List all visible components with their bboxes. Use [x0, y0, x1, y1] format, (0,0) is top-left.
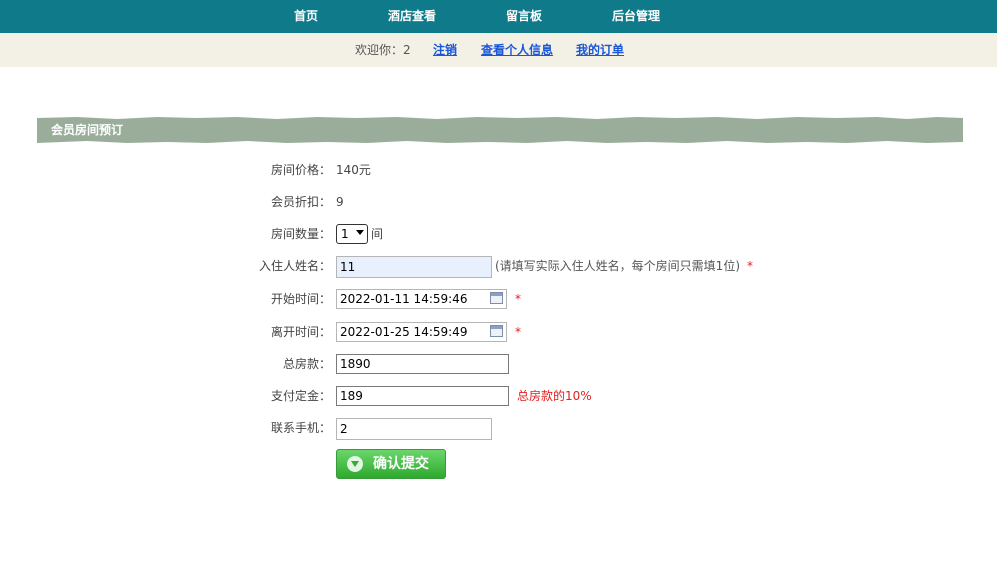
- start-time-input[interactable]: 2022-01-11 14:59:46: [336, 289, 507, 309]
- chevron-down-icon: [356, 230, 364, 235]
- phone-value: 2: [340, 422, 348, 436]
- guest-name-value: 11: [340, 260, 356, 274]
- room-count-select[interactable]: 1: [336, 224, 368, 244]
- start-time-row: 开始时间： 2022-01-11 14:59:46 *: [0, 287, 997, 311]
- download-arrow-icon: [347, 456, 363, 472]
- calendar-icon[interactable]: [490, 292, 503, 304]
- calendar-icon[interactable]: [490, 325, 503, 337]
- top-nav: 首页 酒店查看 留言板 后台管理: [0, 0, 997, 33]
- required-mark: *: [515, 292, 521, 306]
- discount-row: 会员折扣： 9: [0, 190, 997, 214]
- user-bar: 欢迎你：2 注销 查看个人信息 我的订单: [0, 33, 997, 67]
- nav-home[interactable]: 首页: [294, 0, 318, 33]
- end-time-value: 2022-01-25 14:59:49: [340, 325, 468, 339]
- guest-hint: (请填写实际入住人姓名，每个房间只需填1位): [495, 259, 740, 273]
- phone-label: 联系手机：: [270, 421, 331, 435]
- end-time-input[interactable]: 2022-01-25 14:59:49: [336, 322, 507, 342]
- profile-link[interactable]: 查看个人信息: [481, 33, 553, 67]
- total-row: 总房款： 1890: [0, 352, 997, 376]
- logout-link[interactable]: 注销: [433, 33, 457, 67]
- end-time-row: 离开时间： 2022-01-25 14:59:49 *: [0, 320, 997, 344]
- torn-edge-top: [37, 116, 963, 119]
- torn-edge-bottom: [37, 141, 963, 144]
- start-time-value: 2022-01-11 14:59:46: [340, 292, 468, 306]
- end-time-label: 离开时间：: [270, 325, 331, 339]
- discount-label: 会员折扣：: [270, 195, 331, 209]
- required-mark: *: [747, 259, 753, 273]
- guest-row: 入住人姓名： 11 (请填写实际入住人姓名，每个房间只需填1位) *: [0, 254, 997, 278]
- nav-hotels[interactable]: 酒店查看: [388, 0, 436, 33]
- total-label: 总房款：: [282, 357, 331, 371]
- deposit-value: 189: [340, 389, 363, 403]
- submit-label: 确认提交: [373, 456, 429, 472]
- discount-value: 9: [336, 195, 344, 209]
- section-banner: 会员房间预订: [37, 116, 963, 144]
- deposit-hint: 总房款的10%: [517, 389, 592, 403]
- nav-guestbook[interactable]: 留言板: [506, 0, 542, 33]
- price-value: 140元: [336, 163, 371, 177]
- start-time-label: 开始时间：: [270, 292, 331, 306]
- section-title: 会员房间预订: [51, 123, 124, 137]
- nav-admin[interactable]: 后台管理: [612, 0, 660, 33]
- room-count-row: 房间数量： 1 间: [0, 222, 997, 246]
- phone-input[interactable]: 2: [336, 418, 492, 440]
- total-value: 1890: [340, 357, 371, 371]
- deposit-label: 支付定金：: [270, 389, 331, 403]
- phone-row: 联系手机： 2: [0, 416, 997, 440]
- guest-label: 入住人姓名：: [258, 259, 331, 273]
- room-count-label: 房间数量：: [270, 227, 331, 241]
- submit-button[interactable]: 确认提交: [336, 449, 446, 479]
- deposit-input[interactable]: 189: [336, 386, 509, 406]
- room-count-selected: 1: [341, 227, 349, 241]
- room-count-unit: 间: [371, 227, 384, 241]
- my-orders-link[interactable]: 我的订单: [576, 33, 624, 67]
- total-input[interactable]: 1890: [336, 354, 509, 374]
- price-label: 房间价格：: [270, 163, 331, 177]
- deposit-row: 支付定金： 189 总房款的10%: [0, 384, 997, 408]
- welcome-text: 欢迎你：2: [355, 43, 411, 57]
- guest-name-input[interactable]: 11: [336, 256, 492, 278]
- price-row: 房间价格： 140元: [0, 158, 997, 182]
- required-mark: *: [515, 325, 521, 339]
